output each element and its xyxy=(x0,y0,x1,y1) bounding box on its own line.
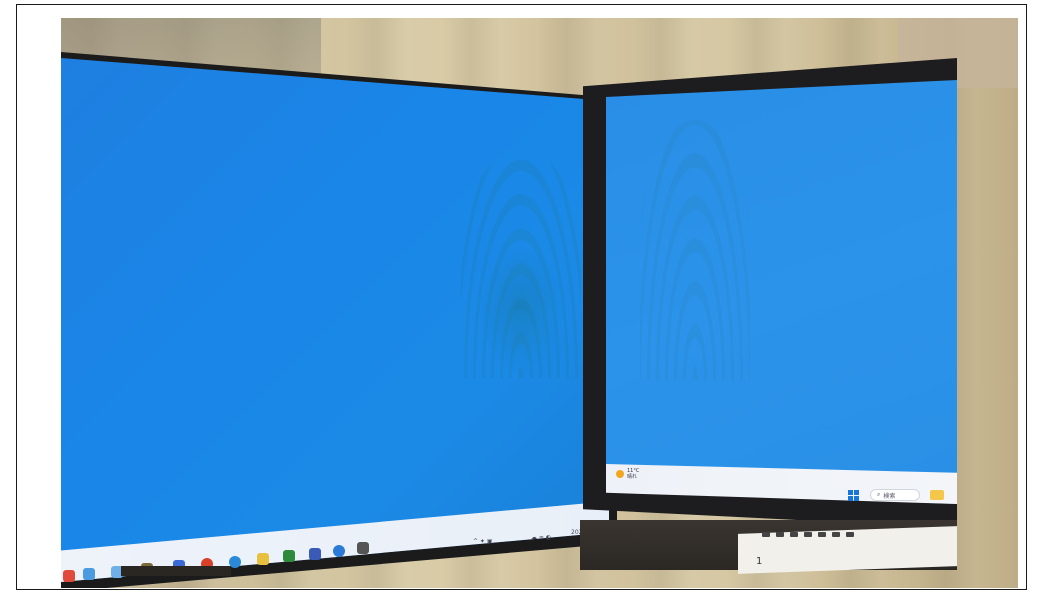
left-monitor-stand xyxy=(121,566,231,576)
app-icon[interactable] xyxy=(357,542,369,554)
app-icon[interactable] xyxy=(333,545,345,557)
calendar-rings xyxy=(762,532,854,537)
left-taskbar-icons: ^ ✦ ▣ ☁ ≈ ◐ 13:57 2023/12/07 xyxy=(61,58,609,582)
windows-start-icon[interactable] xyxy=(848,490,859,501)
app-icon[interactable] xyxy=(63,570,75,582)
weather-desc: 晴れ xyxy=(627,474,638,480)
sun-icon xyxy=(616,470,624,478)
app-icon[interactable] xyxy=(283,550,295,562)
folder-icon[interactable] xyxy=(930,490,944,500)
app-icon[interactable] xyxy=(309,548,321,560)
tray-network-icon[interactable]: ☁ ≈ ◐ xyxy=(531,534,551,541)
left-taskbar-layer: ^ ✦ ▣ ☁ ≈ ◐ 13:57 2023/12/07 xyxy=(61,58,609,582)
search-label: 検索 xyxy=(883,492,896,500)
search-icon: ⌕ xyxy=(877,491,881,498)
app-icon[interactable] xyxy=(83,568,95,580)
weather-widget[interactable]: 11°C 晴れ xyxy=(616,468,639,480)
right-screen-moire xyxy=(640,120,750,380)
tray-icons[interactable]: ^ ✦ ▣ xyxy=(473,538,493,545)
calendar-day: 1 xyxy=(756,556,763,567)
weather-text: 11°C 晴れ xyxy=(627,468,639,480)
app-icon[interactable] xyxy=(257,553,269,565)
taskbar-search[interactable]: ⌕ 検索 xyxy=(870,489,920,501)
